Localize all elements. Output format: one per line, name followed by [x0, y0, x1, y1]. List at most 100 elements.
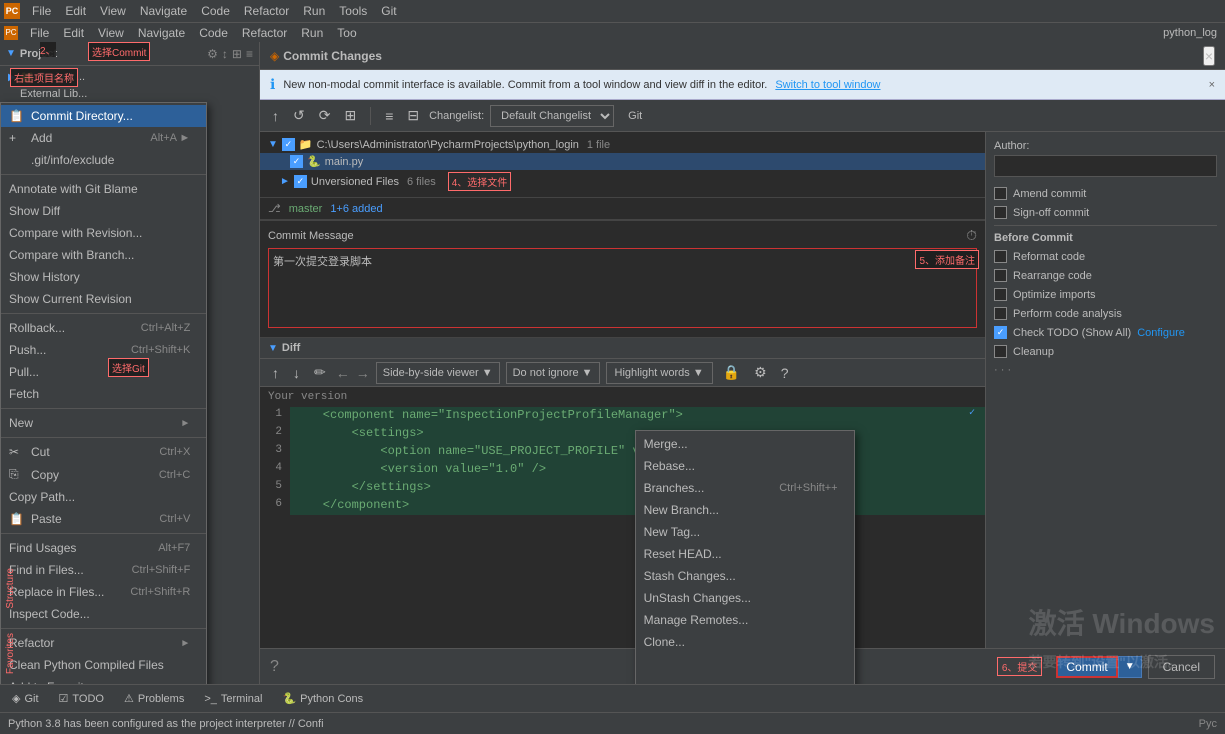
- ctx-sep5: [1, 533, 206, 534]
- menu-file[interactable]: File: [26, 2, 57, 20]
- tab-problems[interactable]: ⚠ Problems: [120, 690, 188, 707]
- git-sub-reset-head[interactable]: Reset HEAD...: [636, 543, 854, 565]
- author-input[interactable]: [994, 155, 1217, 177]
- highlight-words-btn[interactable]: Highlight words ▼: [606, 362, 713, 384]
- ctx-add-favorites[interactable]: Add to Favorites: [1, 676, 206, 684]
- git-sub-stash[interactable]: Stash Changes...: [636, 565, 854, 587]
- ctx-paste[interactable]: 📋 Paste Ctrl+V: [1, 508, 206, 530]
- menu-navigate[interactable]: Navigate: [134, 2, 193, 20]
- ctx-refactor[interactable]: Refactor ►: [1, 632, 206, 654]
- ctx-copy[interactable]: ⎘ Copy Ctrl+C: [1, 463, 206, 486]
- ctx-add[interactable]: + Add Alt+A ►: [1, 127, 206, 149]
- inner-menu-edit[interactable]: Edit: [57, 24, 90, 42]
- check-todo-checkbox[interactable]: ✓: [994, 326, 1007, 339]
- inner-menu-view[interactable]: View: [92, 24, 130, 42]
- project-layout-icon[interactable]: ⊞: [232, 47, 242, 61]
- ctx-commit-directory[interactable]: 📋 Commit Directory...: [1, 105, 206, 127]
- project-sync-icon[interactable]: ↕: [222, 47, 228, 61]
- check-todo-label: Check TODO (Show All): [1013, 327, 1131, 339]
- lock-btn[interactable]: 🔒: [719, 362, 744, 383]
- amend-checkbox[interactable]: [994, 187, 1007, 200]
- ctx-new[interactable]: New ►: [1, 412, 206, 434]
- changelist-select[interactable]: Default Changelist: [490, 105, 614, 127]
- menu-edit[interactable]: Edit: [59, 2, 92, 20]
- ctx-annotate[interactable]: Annotate with Git Blame: [1, 178, 206, 200]
- info-icon: ℹ: [270, 76, 275, 93]
- inner-menu-refactor[interactable]: Refactor: [236, 24, 293, 42]
- inner-menu-run[interactable]: Run: [295, 24, 329, 42]
- configure-link[interactable]: Configure: [1137, 327, 1185, 339]
- ctx-fetch[interactable]: Fetch: [1, 383, 206, 405]
- tab-terminal[interactable]: >_ Terminal: [200, 691, 266, 707]
- changelist-label: Changelist:: [429, 110, 484, 122]
- git-sub-new-tag[interactable]: New Tag...: [636, 521, 854, 543]
- ctx-git-exclude[interactable]: .git/info/exclude: [1, 149, 206, 171]
- git-sub-branches[interactable]: Branches... Ctrl+Shift++: [636, 477, 854, 499]
- signoff-row: Sign-off commit: [994, 206, 1217, 219]
- tab-todo[interactable]: ☑ TODO: [55, 690, 108, 707]
- ctx-clean-compiled[interactable]: Clean Python Compiled Files: [1, 654, 206, 676]
- inner-menu-navigate[interactable]: Navigate: [132, 24, 191, 42]
- left-side-annotations: Structure Favorites: [5, 568, 16, 674]
- git-sub-rebase[interactable]: Rebase...: [636, 455, 854, 477]
- commit-button[interactable]: Commit: [1056, 656, 1117, 678]
- reformat-checkbox[interactable]: [994, 250, 1007, 263]
- ctx-find-usages[interactable]: Find Usages Alt+F7: [1, 537, 206, 559]
- ctx-rollback[interactable]: Rollback... Ctrl+Alt+Z: [1, 317, 206, 339]
- git-sub-new-branch[interactable]: New Branch...: [636, 499, 854, 521]
- ctx-show-diff[interactable]: Show Diff: [1, 200, 206, 222]
- amend-label: Amend commit: [1013, 188, 1086, 200]
- optimize-checkbox[interactable]: [994, 288, 1007, 301]
- git-right-label: Git: [628, 110, 642, 122]
- ctx-find-files[interactable]: Find in Files... Ctrl+Shift+F: [1, 559, 206, 581]
- switch-link[interactable]: Switch to tool window: [775, 79, 880, 91]
- project-gear-icon[interactable]: ⚙: [207, 47, 218, 61]
- help-btn[interactable]: ?: [777, 363, 793, 383]
- app-icon: PC: [4, 3, 20, 19]
- project-settings-icon[interactable]: ≡: [246, 47, 253, 61]
- rearrange-checkbox[interactable]: [994, 269, 1007, 282]
- gear-diff-btn[interactable]: ⚙: [750, 362, 771, 383]
- tree-item-external-lib[interactable]: External Lib...: [0, 86, 259, 102]
- close-button[interactable]: ×: [1203, 46, 1215, 66]
- tab-git[interactable]: ◈ Git: [8, 690, 43, 707]
- menu-git[interactable]: Git: [375, 2, 402, 20]
- git-sub-manage-remotes[interactable]: Manage Remotes...: [636, 609, 854, 631]
- menu-code[interactable]: Code: [195, 2, 236, 20]
- favorites-label: Favorites: [5, 633, 16, 674]
- inner-menu-too[interactable]: Too: [331, 24, 362, 42]
- ctx-compare-branch[interactable]: Compare with Branch...: [1, 244, 206, 266]
- ctx-copy-path[interactable]: Copy Path...: [1, 486, 206, 508]
- pyc-label: Pyc: [1199, 718, 1217, 730]
- ctx-push[interactable]: Push... Ctrl+Shift+K: [1, 339, 206, 361]
- menu-refactor[interactable]: Refactor: [238, 2, 295, 20]
- cancel-button[interactable]: Cancel: [1148, 655, 1215, 679]
- info-close-btn[interactable]: ×: [1209, 79, 1215, 91]
- menu-view[interactable]: View: [94, 2, 132, 20]
- tab-python-cons[interactable]: 🐍 Python Cons: [278, 690, 367, 707]
- git-sub-unstash[interactable]: UnStash Changes...: [636, 587, 854, 609]
- inner-menu-code[interactable]: Code: [193, 24, 234, 42]
- ctx-compare-revision[interactable]: Compare with Revision...: [1, 222, 206, 244]
- ctx-show-history[interactable]: Show History: [1, 266, 206, 288]
- commit-btn-group: Commit ▼: [1056, 656, 1141, 678]
- project-expand-icon[interactable]: ▼: [6, 48, 16, 59]
- inner-app-icon: PC: [4, 26, 18, 40]
- cleanup-checkbox[interactable]: [994, 345, 1007, 358]
- git-sub-clone[interactable]: Clone...: [636, 631, 854, 653]
- cleanup-row: Cleanup: [994, 345, 1217, 358]
- perform-checkbox[interactable]: [994, 307, 1007, 320]
- ctx-show-current[interactable]: Show Current Revision: [1, 288, 206, 310]
- git-sub-merge[interactable]: Merge...: [636, 433, 854, 455]
- menu-run[interactable]: Run: [297, 2, 331, 20]
- menu-tools[interactable]: Tools: [333, 2, 373, 20]
- ctx-replace-files[interactable]: Replace in Files... Ctrl+Shift+R: [1, 581, 206, 603]
- inner-menu-file[interactable]: File: [24, 24, 55, 42]
- commit-dropdown-btn[interactable]: ▼: [1118, 656, 1142, 678]
- ctx-pull[interactable]: Pull...: [1, 361, 206, 383]
- do-not-ignore-btn[interactable]: Do not ignore ▼: [506, 362, 600, 384]
- ctx-sep3: [1, 408, 206, 409]
- ctx-cut[interactable]: ✂ Cut Ctrl+X: [1, 441, 206, 463]
- ctx-inspect-code[interactable]: Inspect Code...: [1, 603, 206, 625]
- signoff-checkbox[interactable]: [994, 206, 1007, 219]
